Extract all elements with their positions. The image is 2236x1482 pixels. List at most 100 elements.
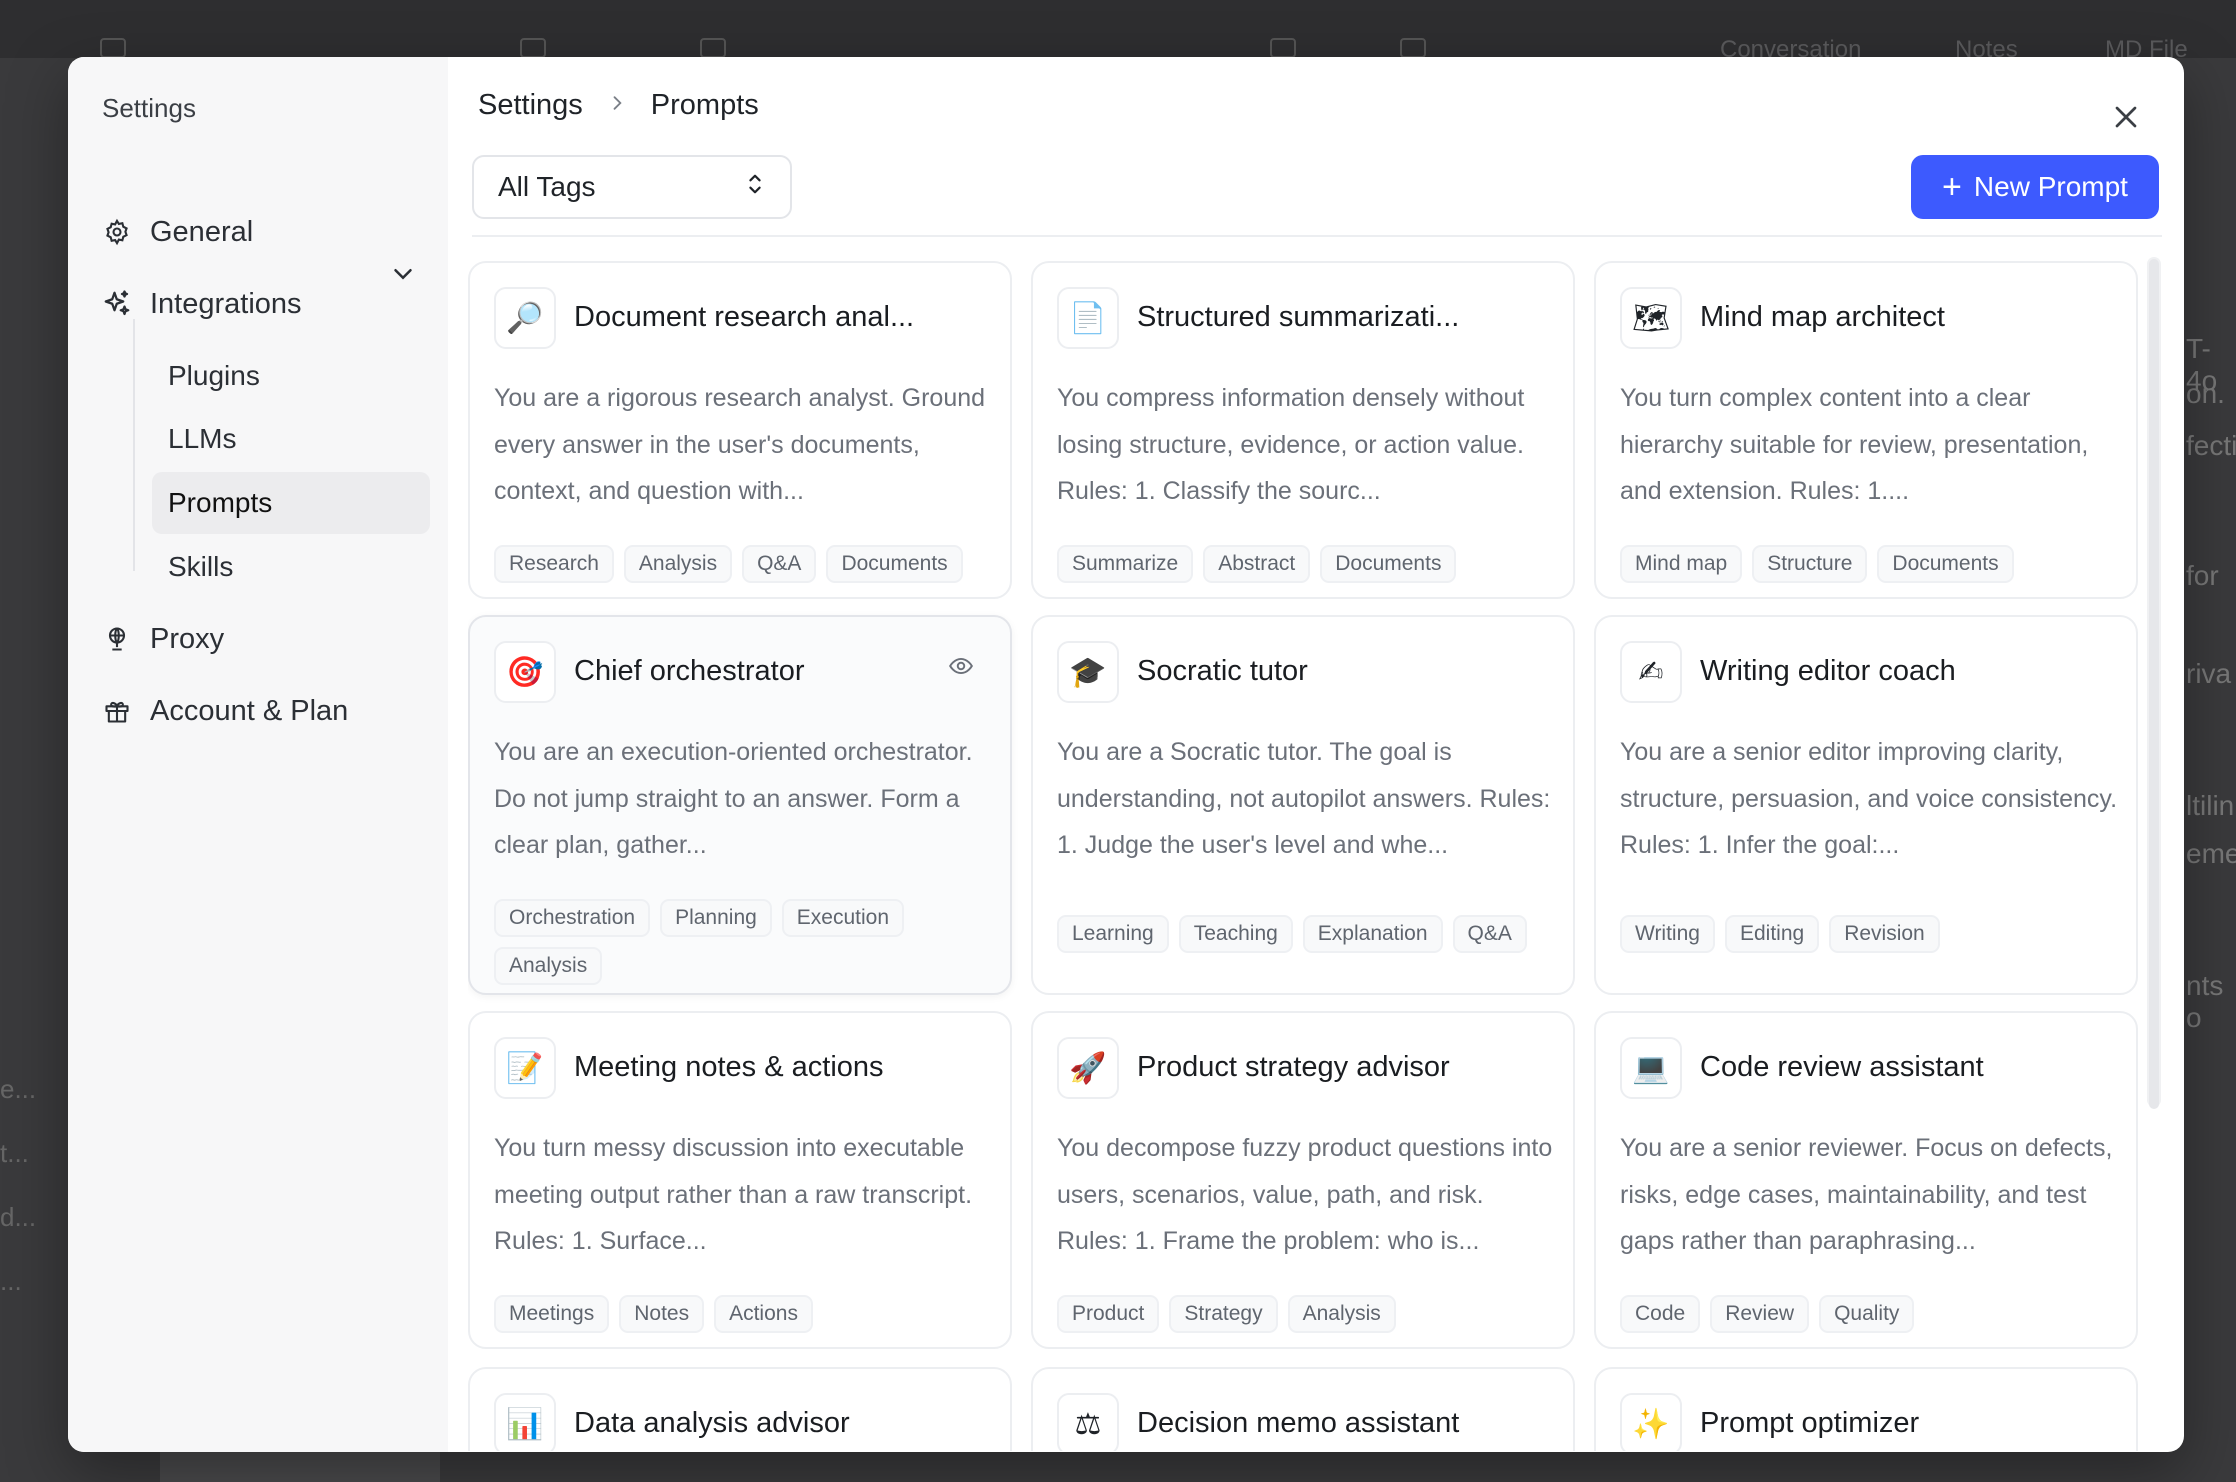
settings-modal: Settings General Integrations Plugins LL… — [68, 57, 2184, 1452]
magnifier-icon: 🔎 — [494, 287, 556, 349]
tag-badge[interactable]: Orchestration — [494, 899, 651, 937]
tag-badge[interactable]: Summarize — [1057, 545, 1194, 583]
tag-badge[interactable]: Analysis — [1287, 1295, 1396, 1333]
prompt-card-description: You turn messy discussion into executabl… — [494, 1134, 973, 1255]
prompt-card-title: Socratic tutor — [1137, 655, 1308, 687]
prompt-card[interactable]: 🔎 Document research anal... You are a rigo… — [468, 261, 1012, 599]
tag-badge[interactable]: Documents — [1877, 545, 2014, 583]
background-toolbar: Conversation Notes MD File — [0, 0, 2236, 63]
background-tool-icon — [1400, 38, 1426, 58]
prompt-card-title: Meeting notes & actions — [574, 1051, 884, 1083]
tag-badge[interactable]: Mind map — [1620, 545, 1743, 583]
tag-badge[interactable]: Writing — [1620, 915, 1715, 953]
rocket-icon: 🚀 — [1057, 1037, 1119, 1099]
prompt-card[interactable]: 💻 Code review assistant You are a senior r… — [1594, 1011, 2138, 1349]
scrollbar[interactable] — [2147, 257, 2161, 1109]
sidebar-item-proxy[interactable]: Proxy — [102, 610, 224, 668]
tag-badge[interactable]: Research — [494, 545, 614, 583]
sidebar-item-account-plan[interactable]: Account & Plan — [102, 682, 348, 740]
prompts-panel: Settings Prompts All Tags + New Prompt 🔎… — [448, 57, 2184, 1452]
laptop-icon: 💻 — [1620, 1037, 1682, 1099]
breadcrumb: Settings Prompts — [478, 89, 759, 122]
prompt-card-tags: Summarize Abstract Documents — [1057, 545, 1557, 583]
chevron-updown-icon — [744, 171, 766, 204]
sidebar-item-integrations[interactable]: Integrations — [102, 275, 302, 333]
tag-badge[interactable]: Revision — [1829, 915, 1940, 953]
background-fragment: on. — [2186, 378, 2225, 409]
tag-badge[interactable]: Review — [1710, 1295, 1810, 1333]
eye-icon[interactable] — [948, 653, 978, 683]
prompt-card[interactable]: 🗺 Mind map architect You turn complex cont… — [1594, 261, 2138, 599]
background-fragment: e... — [0, 1074, 37, 1104]
tag-badge[interactable]: Planning — [660, 899, 772, 937]
tag-badge[interactable]: Strategy — [1169, 1295, 1278, 1333]
tag-badge[interactable]: Analysis — [494, 947, 603, 985]
background-tool-icon — [100, 38, 126, 58]
tag-badge[interactable]: Notes — [619, 1295, 705, 1333]
prompt-card-title: Mind map architect — [1700, 301, 1945, 333]
tag-badge[interactable]: Explanation — [1302, 915, 1443, 953]
prompt-card-title: Data analysis advisor — [574, 1407, 850, 1439]
writing-hand-icon: ✍ — [1620, 641, 1682, 703]
prompt-card-title: Prompt optimizer — [1700, 1407, 1920, 1439]
prompt-card-tags: Code Review Quality — [1620, 1295, 2120, 1333]
tag-badge[interactable]: Product — [1057, 1295, 1160, 1333]
prompt-card[interactable]: 🚀 Product strategy advisor You decompose f… — [1031, 1011, 1575, 1349]
tag-badge[interactable]: Learning — [1057, 915, 1169, 953]
background-fragment: eme — [2186, 838, 2236, 869]
background-fragment: ... — [0, 1266, 22, 1296]
sparkles-icon: ✨ — [1620, 1393, 1682, 1451]
background-document-preview — [160, 1450, 440, 1482]
tag-badge[interactable]: Q&A — [1452, 915, 1527, 953]
sidebar-item-label: General — [150, 215, 254, 248]
sidebar-item-general[interactable]: General — [102, 203, 253, 261]
background-fragment: t... — [0, 1138, 29, 1168]
tag-badge[interactable]: Editing — [1724, 915, 1820, 953]
tag-badge[interactable]: Analysis — [623, 545, 733, 583]
prompt-card-description: You compress information densely without… — [1057, 384, 1525, 505]
map-icon: 🗺 — [1620, 287, 1682, 349]
prompt-card[interactable]: 📝 Meeting notes & actions You turn messy d… — [468, 1011, 1012, 1349]
tag-badge[interactable]: Meetings — [494, 1295, 610, 1333]
tag-badge[interactable]: Q&A — [742, 545, 817, 583]
tags-filter-value: All Tags — [498, 171, 596, 202]
prompt-card-title: Chief orchestrator — [574, 655, 805, 687]
prompt-card-tags: Learning Teaching Explanation Q&A — [1057, 915, 1557, 953]
prompt-card-tags: Research Analysis Q&A Documents — [494, 545, 994, 583]
sidebar-item-prompts[interactable]: Prompts — [152, 472, 430, 534]
tag-badge[interactable]: Quality — [1819, 1295, 1915, 1333]
tag-badge[interactable]: Actions — [714, 1295, 813, 1333]
tag-badge[interactable]: Abstract — [1203, 545, 1311, 583]
tag-badge[interactable]: Documents — [826, 545, 963, 583]
breadcrumb-settings[interactable]: Settings — [478, 89, 583, 122]
tag-badge[interactable]: Execution — [781, 899, 905, 937]
tag-badge[interactable]: Teaching — [1178, 915, 1293, 953]
tag-badge[interactable]: Code — [1620, 1295, 1701, 1333]
prompt-card[interactable]: 📄 Structured summarizati... You compress i… — [1031, 261, 1575, 599]
prompt-card-description: You are a senior reviewer. Focus on defe… — [1620, 1134, 2113, 1255]
prompt-card-tags: Meetings Notes Actions — [494, 1295, 994, 1333]
tag-badge[interactable]: Structure — [1752, 545, 1868, 583]
header-divider — [472, 235, 2162, 237]
prompt-card-title: Document research anal... — [574, 301, 915, 333]
tags-filter-select[interactable]: All Tags — [472, 155, 792, 219]
sidebar-item-llms[interactable]: LLMs — [152, 408, 430, 470]
prompt-card[interactable]: ⚖ Decision memo assistant — [1031, 1367, 1575, 1451]
prompt-card[interactable]: 📊 Data analysis advisor — [468, 1367, 1012, 1451]
prompt-card-description: You are a senior editor improving clarit… — [1620, 738, 2118, 859]
sidebar-item-skills[interactable]: Skills — [152, 536, 430, 598]
prompt-card-grid: 🔎 Document research anal... You are a rigo… — [468, 261, 2148, 1451]
tag-badge[interactable]: Documents — [1320, 545, 1457, 583]
new-prompt-button[interactable]: + New Prompt — [1911, 155, 2159, 219]
prompt-card[interactable]: 🎓 Socratic tutor You are a Socratic tutor.… — [1031, 615, 1575, 995]
close-icon[interactable] — [2108, 99, 2144, 135]
gift-icon — [102, 696, 132, 726]
chevron-down-icon[interactable] — [388, 259, 418, 289]
sidebar-item-label: Proxy — [150, 622, 225, 655]
sidebar-item-plugins[interactable]: Plugins — [152, 345, 430, 407]
prompt-card[interactable]: ✨ Prompt optimizer — [1594, 1367, 2138, 1451]
graduation-cap-icon: 🎓 — [1057, 641, 1119, 703]
prompt-card[interactable]: ✍ Writing editor coach You are a senior ed… — [1594, 615, 2138, 995]
scrollbar-thumb[interactable] — [2149, 259, 2159, 1109]
prompt-card[interactable]: 🎯 Chief orchestrator You are an execution-… — [468, 615, 1012, 995]
